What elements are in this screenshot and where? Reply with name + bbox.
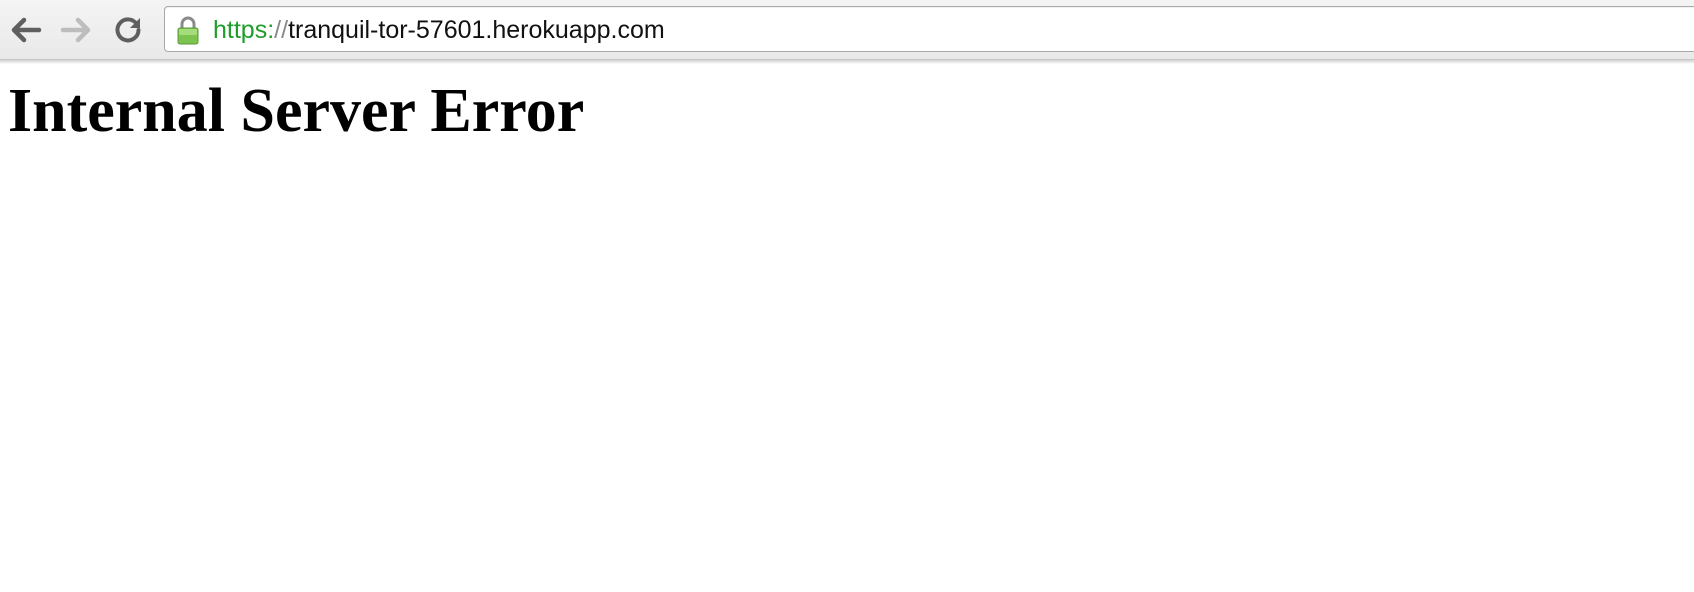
lock-icon[interactable] — [175, 15, 201, 45]
arrow-right-icon — [60, 17, 91, 43]
reload-icon — [115, 17, 141, 43]
url-scheme: https: — [213, 16, 275, 44]
address-bar[interactable]: https://tranquil-tor-57601.herokuapp.com — [164, 6, 1694, 52]
forward-button[interactable] — [54, 8, 98, 52]
arrow-left-icon — [11, 17, 42, 43]
url-separator: // — [274, 16, 289, 44]
back-button[interactable] — [4, 8, 48, 52]
browser-toolbar: https://tranquil-tor-57601.herokuapp.com — [0, 0, 1694, 60]
page-title: Internal Server Error — [8, 77, 585, 145]
page-content: Internal Server Error — [0, 64, 1694, 592]
reload-button[interactable] — [106, 8, 150, 52]
url-text[interactable]: https://tranquil-tor-57601.herokuapp.com — [213, 15, 665, 45]
url-host: tranquil-tor-57601.herokuapp.com — [288, 16, 665, 44]
